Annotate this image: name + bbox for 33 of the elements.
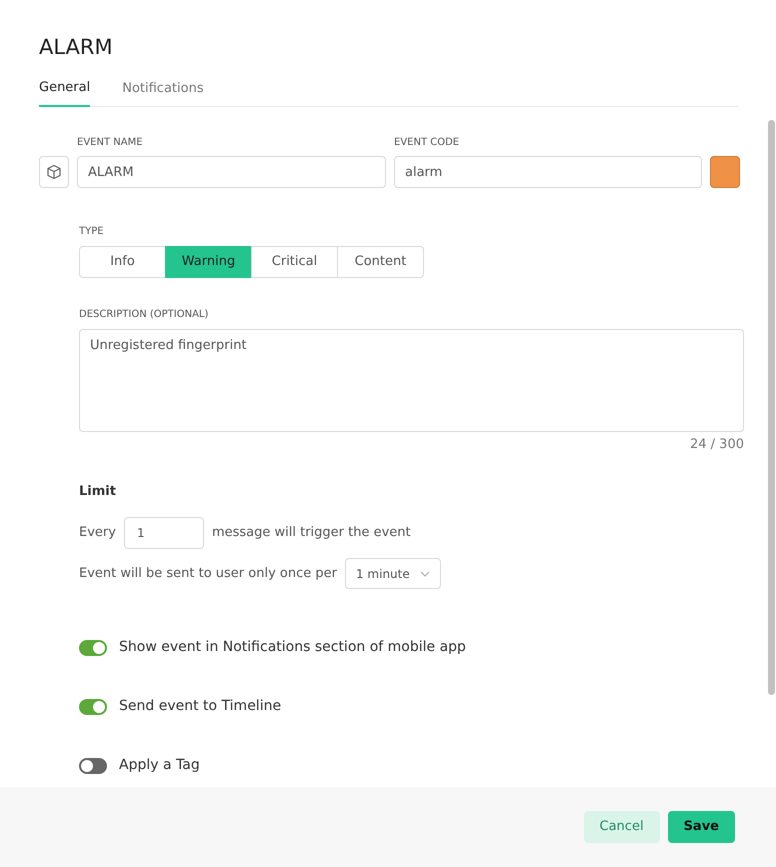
toggle-label: Apply a Tag — [119, 756, 200, 775]
field-label: message will trigger the event — [212, 524, 411, 542]
toggle-label: Send event to Timeline — [119, 697, 282, 716]
tab[interactable]: General — [39, 78, 90, 107]
color-swatch[interactable] — [710, 156, 740, 188]
character-counter: 24 / 300 — [690, 436, 744, 454]
dialog-title: ALARM — [39, 34, 114, 61]
field-label: Every — [79, 524, 116, 542]
chevron-down-icon — [420, 570, 430, 576]
type-option[interactable]: Critical — [251, 246, 338, 278]
interval-dropdown[interactable]: 1 minute — [344, 558, 441, 589]
field-label: EVENT CODE — [394, 136, 460, 150]
toggle-switch[interactable] — [79, 698, 107, 714]
cube-icon[interactable] — [39, 156, 69, 188]
number-field[interactable]: 1 — [124, 517, 204, 549]
toggle-switch[interactable] — [79, 640, 107, 656]
input-field[interactable]: alarm — [394, 156, 702, 188]
cancel-button[interactable]: Cancel — [584, 811, 660, 843]
type-option[interactable]: Content — [337, 246, 424, 278]
description-field[interactable]: Unregistered fingerprint — [79, 329, 744, 432]
tab[interactable]: Notifications — [122, 78, 204, 107]
input-field[interactable]: ALARM — [77, 156, 386, 188]
section-heading: Limit — [79, 482, 117, 500]
toggle-label: Show event in Notifications section of mobile app — [119, 638, 466, 657]
field-label: DESCRIPTION (OPTIONAL) — [79, 308, 210, 322]
save-button[interactable]: Save — [668, 811, 735, 843]
scrollbar[interactable] — [768, 120, 775, 695]
type-option[interactable]: Info — [79, 246, 166, 278]
field-label: EVENT NAME — [77, 136, 144, 150]
field-label: TYPE — [79, 225, 105, 239]
toggle-switch[interactable] — [79, 758, 107, 774]
type-option[interactable]: Warning — [165, 246, 252, 278]
field-label: Event will be sent to user only once per — [79, 564, 337, 583]
